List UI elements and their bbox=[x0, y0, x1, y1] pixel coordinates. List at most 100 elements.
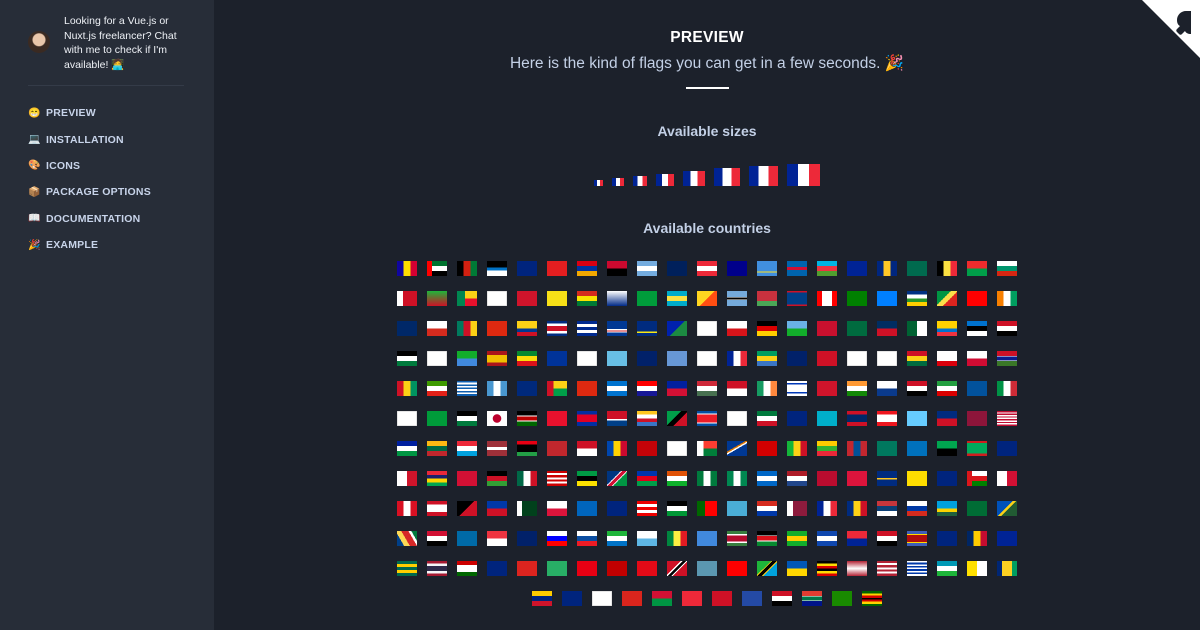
flag-gt bbox=[487, 381, 507, 396]
flag-mu bbox=[427, 471, 447, 486]
flag-ie bbox=[757, 381, 777, 396]
flag-me bbox=[637, 441, 657, 456]
flag-qa bbox=[787, 501, 807, 516]
flag-af bbox=[457, 261, 477, 276]
flag-tg bbox=[397, 561, 417, 576]
promo-text[interactable]: Looking for a Vue.js or Nuxt.js freelanc… bbox=[64, 14, 184, 72]
flag-ck bbox=[397, 321, 417, 336]
flag-kg bbox=[547, 411, 567, 426]
sidebar-item-installation[interactable]: 💻 INSTALLATION bbox=[28, 126, 214, 152]
flag-pr bbox=[637, 501, 657, 516]
flag-hk bbox=[577, 381, 597, 396]
flag-sr bbox=[727, 531, 747, 546]
flag-be bbox=[937, 261, 957, 276]
sidebar-item-package-options[interactable]: 📦 PACKAGE OPTIONS bbox=[28, 179, 214, 205]
flag-cz bbox=[727, 321, 747, 336]
flag-in bbox=[847, 381, 867, 396]
flag-td bbox=[967, 531, 987, 546]
freelancer-promo[interactable]: Looking for a Vue.js or Nuxt.js freelanc… bbox=[28, 14, 184, 72]
flag-so bbox=[697, 531, 717, 546]
flag-fm bbox=[667, 351, 687, 366]
flag-bj bbox=[457, 291, 477, 306]
flag-cy bbox=[697, 321, 717, 336]
flag-bm bbox=[517, 291, 537, 306]
flag-im bbox=[817, 381, 837, 396]
flag-lr bbox=[997, 411, 1017, 426]
flag-mm bbox=[817, 441, 837, 456]
flag-jo bbox=[457, 411, 477, 426]
flag-gl bbox=[967, 351, 987, 366]
sidebar-item-icons[interactable]: 🎨 ICONS bbox=[28, 153, 214, 179]
flag-at bbox=[697, 261, 717, 276]
flag-bg bbox=[997, 261, 1017, 276]
sidebar-item-label: PACKAGE OPTIONS bbox=[46, 186, 151, 199]
flag-br bbox=[637, 291, 657, 306]
flag-bt bbox=[697, 291, 717, 306]
flag-bw bbox=[727, 291, 747, 306]
flag-ee bbox=[967, 321, 987, 336]
flag-km bbox=[637, 411, 657, 426]
flag-lk bbox=[967, 411, 987, 426]
sidebar-item-example[interactable]: 🎉 EXAMPLE bbox=[28, 232, 214, 258]
flag-ro bbox=[847, 501, 867, 516]
flag-dz bbox=[907, 321, 927, 336]
flag-bb bbox=[877, 261, 897, 276]
flag-pl bbox=[547, 501, 567, 516]
flag-ls bbox=[397, 441, 417, 456]
flag-ma bbox=[547, 441, 567, 456]
flag-rs bbox=[877, 501, 897, 516]
flag-lb bbox=[877, 411, 897, 426]
flag-by bbox=[757, 291, 777, 306]
sidebar-item-label: ICONS bbox=[46, 159, 81, 172]
flag-co bbox=[517, 321, 537, 336]
flag-mk bbox=[757, 441, 777, 456]
flag-eu bbox=[547, 351, 567, 366]
flag-ht bbox=[667, 381, 687, 396]
flag-cm bbox=[457, 321, 477, 336]
flag-ge bbox=[847, 351, 867, 366]
flag-tt bbox=[667, 561, 687, 576]
flag-cn bbox=[487, 321, 507, 336]
flag-ml bbox=[787, 441, 807, 456]
flag-ms bbox=[997, 441, 1017, 456]
flag-bl bbox=[487, 291, 507, 306]
flag-mr bbox=[967, 441, 987, 456]
flag-za bbox=[802, 591, 822, 606]
flag-zm bbox=[832, 591, 852, 606]
flag-sx bbox=[847, 531, 867, 546]
flag-bf bbox=[967, 261, 987, 276]
flag-nr bbox=[877, 471, 897, 486]
avatar[interactable] bbox=[28, 31, 50, 53]
flag-ps bbox=[667, 501, 687, 516]
flag-mg bbox=[697, 441, 717, 456]
flag-na bbox=[607, 471, 627, 486]
flag-ae bbox=[427, 261, 447, 276]
flag-ke bbox=[517, 411, 537, 426]
sidebar-divider bbox=[28, 85, 184, 86]
size-flags-row bbox=[214, 164, 1200, 186]
github-corner-icon[interactable] bbox=[1142, 0, 1200, 58]
flag-cr bbox=[547, 321, 567, 336]
flag-ws bbox=[712, 591, 732, 606]
flag-sv bbox=[817, 531, 837, 546]
flag-mp bbox=[907, 441, 927, 456]
flag-kw bbox=[757, 411, 777, 426]
flag-us bbox=[877, 561, 897, 576]
flag-cf bbox=[907, 291, 927, 306]
sidebar-item-preview[interactable]: 😁 PREVIEW bbox=[28, 100, 214, 126]
flag-uz bbox=[937, 561, 957, 576]
flag-lt bbox=[427, 441, 447, 456]
flag-tn bbox=[577, 561, 597, 576]
flag-iq bbox=[907, 381, 927, 396]
flag-th bbox=[427, 561, 447, 576]
flag-to bbox=[607, 561, 627, 576]
flag-vi bbox=[592, 591, 612, 606]
sidebar-item-label: INSTALLATION bbox=[46, 133, 124, 146]
flag-ax bbox=[787, 261, 807, 276]
flag-kh bbox=[577, 411, 597, 426]
flag-nl bbox=[787, 471, 807, 486]
flag-hr bbox=[637, 381, 657, 396]
size-flag-fr bbox=[714, 168, 740, 186]
flag-nc bbox=[637, 471, 657, 486]
sidebar-item-documentation[interactable]: 📖 DOCUMENTATION bbox=[28, 206, 214, 232]
